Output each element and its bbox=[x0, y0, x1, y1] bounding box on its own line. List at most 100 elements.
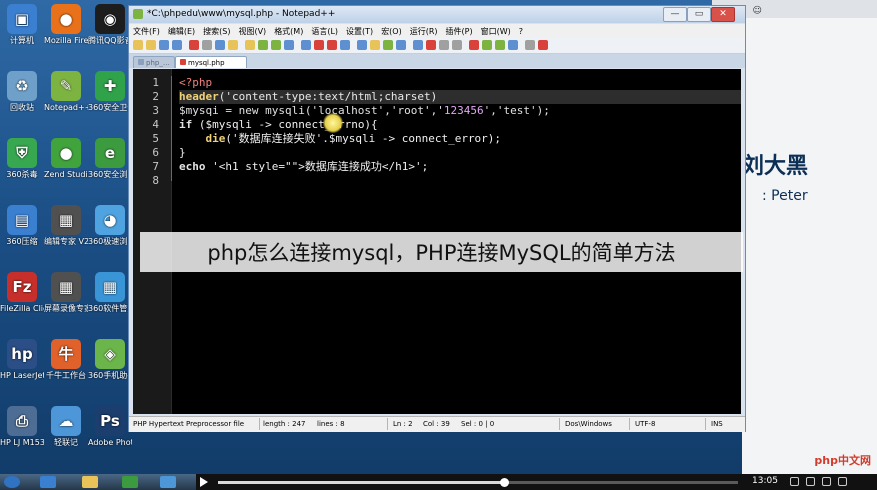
tab-label: mysql.php bbox=[188, 59, 225, 67]
desktop-icon-zend-studio[interactable]: ● Zend Studio 10.0.0 bbox=[44, 138, 88, 179]
desktop-icon-cloud-note[interactable]: ☁ 轻联记 bbox=[44, 406, 88, 447]
desktop-icon-scanner[interactable]: ⎙ HP LJ M1530 Scan bbox=[0, 406, 44, 447]
toolbar-button-icon[interactable] bbox=[426, 40, 436, 50]
menu-item-8[interactable]: 运行(R) bbox=[406, 24, 442, 37]
toolbar-button-icon[interactable] bbox=[133, 40, 143, 50]
code-line-current[interactable]: header('content-type:text/html;charset) bbox=[179, 90, 741, 104]
captions-icon[interactable] bbox=[822, 477, 831, 486]
close-button[interactable]: ✕ bbox=[711, 7, 735, 22]
desktop-icon-recycle-bin[interactable]: ♻ 回收站 bbox=[0, 71, 44, 112]
desktop-icon-qianniu[interactable]: 牛千牛工作台 bbox=[44, 339, 88, 380]
desktop-icon-360-phone[interactable]: ◈ 360手机助手 bbox=[88, 339, 132, 380]
toolbar-button-icon[interactable] bbox=[452, 40, 462, 50]
fullscreen-icon[interactable] bbox=[838, 477, 847, 486]
toolbar-button-icon[interactable] bbox=[284, 40, 294, 50]
toolbar-button-icon[interactable] bbox=[271, 40, 281, 50]
toolbar-button-icon[interactable] bbox=[508, 40, 518, 50]
code-line[interactable]: if ($mysqli -> connect_errno){ bbox=[179, 118, 741, 132]
toolbar-button-icon[interactable] bbox=[189, 40, 199, 50]
fold-marker[interactable] bbox=[171, 76, 176, 181]
desktop-icon-printer[interactable]: hp HP LaserJet Professio... bbox=[0, 339, 44, 380]
code-line[interactable]: } bbox=[179, 146, 741, 160]
desktop-icon-360-browser[interactable]: e 360安全浏览器 bbox=[88, 138, 132, 179]
desktop-icon-filezilla[interactable]: Fz FileZilla Client bbox=[0, 272, 44, 313]
toolbar-button-icon[interactable] bbox=[258, 40, 268, 50]
menu-item-7[interactable]: 宏(O) bbox=[377, 24, 406, 37]
toolbar-button-icon[interactable] bbox=[301, 40, 311, 50]
toolbar-button-icon[interactable] bbox=[469, 40, 479, 50]
menu-item-11[interactable]: ? bbox=[515, 25, 527, 36]
play-icon[interactable] bbox=[200, 477, 208, 487]
menu-item-2[interactable]: 搜索(S) bbox=[199, 24, 234, 37]
code-line[interactable] bbox=[179, 174, 741, 188]
start-button-icon[interactable] bbox=[4, 476, 20, 488]
desktop-icon-label: Notepad++ bbox=[44, 103, 88, 112]
explorer-taskbar-icon[interactable] bbox=[82, 476, 98, 488]
menu-item-3[interactable]: 视图(V) bbox=[234, 24, 270, 37]
desktop-icon-qq[interactable]: ◉ 腾讯QQ影音 bbox=[88, 4, 132, 45]
desktop-icon-label: 千牛工作台 bbox=[46, 371, 86, 380]
browser-taskbar-icon[interactable] bbox=[122, 476, 138, 488]
seek-bar-progress bbox=[218, 481, 504, 484]
tab-php-file[interactable]: php_… bbox=[133, 56, 175, 68]
desktop-icon-screen-recorder[interactable]: ▦ 屏幕录像专家 V2015 bbox=[44, 272, 88, 313]
toolbar-button-icon[interactable] bbox=[357, 40, 367, 50]
toolbar-button-icon[interactable] bbox=[245, 40, 255, 50]
tab-mysql-php[interactable]: mysql.php bbox=[175, 56, 247, 68]
toolbar-button-icon[interactable] bbox=[525, 40, 535, 50]
code-line[interactable]: <?php bbox=[179, 76, 741, 90]
window-title: *C:\phpedu\www\mysql.php - Notepad++ bbox=[147, 9, 336, 19]
desktop-icon-360-zip[interactable]: ▤ 360压缩 bbox=[0, 205, 44, 246]
code-token: if bbox=[179, 118, 193, 131]
desktop-icon-firefox[interactable]: ● Mozilla Firefox bbox=[44, 4, 88, 45]
menu-item-9[interactable]: 插件(P) bbox=[442, 24, 477, 37]
toolbar-button-icon[interactable] bbox=[370, 40, 380, 50]
minimize-button[interactable]: — bbox=[663, 7, 687, 22]
menu-item-4[interactable]: 格式(M) bbox=[270, 24, 307, 37]
window-titlebar[interactable]: *C:\phpedu\www\mysql.php - Notepad++ — ▭… bbox=[129, 6, 745, 23]
toolbar-button-icon[interactable] bbox=[146, 40, 156, 50]
desktop-icon-computer[interactable]: ▣ 计算机 bbox=[0, 4, 44, 45]
settings-icon[interactable] bbox=[806, 477, 815, 486]
toolbar-button-icon[interactable] bbox=[495, 40, 505, 50]
menu-item-0[interactable]: 文件(F) bbox=[129, 24, 164, 37]
seek-bar[interactable] bbox=[218, 478, 738, 487]
desktop-icon-360-guard[interactable]: ✚ 360安全卫士 bbox=[88, 71, 132, 112]
desktop-icon-label: 计算机 bbox=[10, 36, 34, 45]
volume-icon[interactable] bbox=[790, 477, 799, 486]
desktop-icon-photoshop[interactable]: Ps Adobe Photosh... bbox=[88, 406, 132, 447]
toolbar-button-icon[interactable] bbox=[383, 40, 393, 50]
user-icon[interactable]: ☺ bbox=[753, 6, 762, 16]
desktop-icon-notepadpp[interactable]: ✎ Notepad++ bbox=[44, 71, 88, 112]
toolbar-button-icon[interactable] bbox=[228, 40, 238, 50]
seek-handle[interactable] bbox=[500, 478, 509, 487]
maximize-button[interactable]: ▭ bbox=[687, 7, 711, 22]
toolbar-button-icon[interactable] bbox=[314, 40, 324, 50]
desktop-icon-360-software[interactable]: ▦ 360软件管家 bbox=[88, 272, 132, 313]
app-taskbar-icon[interactable] bbox=[160, 476, 176, 488]
desktop-icon-video-editor[interactable]: ▦ 编辑专家 V2015 bbox=[44, 205, 88, 246]
toolbar-button-icon[interactable] bbox=[340, 40, 350, 50]
desktop-icon-360-antivirus[interactable]: ⛨ 360杀毒 bbox=[0, 138, 44, 179]
toolbar-button-icon[interactable] bbox=[439, 40, 449, 50]
toolbar-button-icon[interactable] bbox=[396, 40, 406, 50]
toolbar-button-icon[interactable] bbox=[327, 40, 337, 50]
toolbar-button-icon[interactable] bbox=[215, 40, 225, 50]
menu-item-5[interactable]: 语言(L) bbox=[307, 24, 342, 37]
toolbar-button-icon[interactable] bbox=[482, 40, 492, 50]
ie-taskbar-icon[interactable] bbox=[40, 476, 56, 488]
menu-item-10[interactable]: 窗口(W) bbox=[477, 24, 515, 37]
desktop-icon-360-speed[interactable]: ◕ 360极速浏览器 bbox=[88, 205, 132, 246]
toolbar-button-icon[interactable] bbox=[538, 40, 548, 50]
toolbar-button-icon[interactable] bbox=[172, 40, 182, 50]
toolbar-button-icon[interactable] bbox=[202, 40, 212, 50]
code-line[interactable]: echo '<h1 style="">数据库连接成功</h1>'; bbox=[179, 160, 741, 174]
toolbar-button-icon[interactable] bbox=[159, 40, 169, 50]
toolbar-button-icon[interactable] bbox=[413, 40, 423, 50]
code-token: <?php bbox=[179, 76, 213, 89]
menu-item-6[interactable]: 设置(T) bbox=[342, 24, 377, 37]
code-line[interactable]: $mysqi = new mysqli('localhost','root','… bbox=[179, 104, 741, 118]
code-line[interactable]: die('数据库连接失败'.$mysqli -> connect_error); bbox=[179, 132, 741, 146]
banner-text: php怎么连接mysql，PHP连接MySQL的简单方法 bbox=[207, 241, 676, 265]
menu-item-1[interactable]: 编辑(E) bbox=[164, 24, 199, 37]
